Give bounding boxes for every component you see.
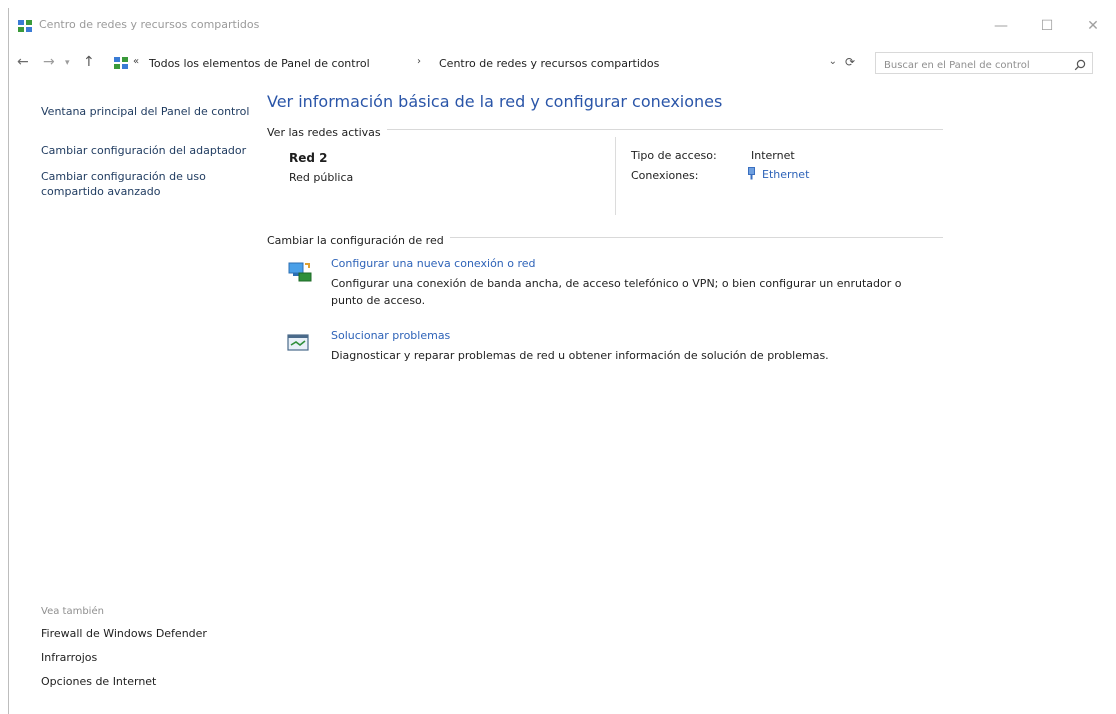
ethernet-icon <box>747 167 756 183</box>
navigation-bar: ← → ▾ ↑ « Todos los elementos de Panel d… <box>9 50 1116 78</box>
left-pane: Ventana principal del Panel de control C… <box>41 104 251 210</box>
breadcrumb-control-panel[interactable]: Todos los elementos de Panel de control <box>149 57 370 70</box>
main-content: Ver información básica de la red y confi… <box>267 92 943 383</box>
refresh-icon[interactable]: ⟳ <box>845 55 855 69</box>
back-button[interactable]: ← <box>17 54 29 70</box>
troubleshoot-icon[interactable] <box>287 333 311 357</box>
breadcrumb-network-center[interactable]: Centro de redes y recursos compartidos <box>439 57 659 70</box>
active-networks-header: Ver las redes activas <box>267 121 943 139</box>
troubleshoot-link[interactable]: Solucionar problemas <box>331 329 450 342</box>
see-also-header: Vea también <box>41 606 104 617</box>
search-box[interactable] <box>875 52 1093 76</box>
ethernet-link-label[interactable]: Ethernet <box>762 168 809 181</box>
page-title: Ver información básica de la red y confi… <box>267 92 723 111</box>
see-also-infrared[interactable]: Infrarrojos <box>41 651 251 664</box>
search-icon[interactable] <box>1074 56 1086 75</box>
see-also-firewall[interactable]: Firewall de Windows Defender <box>41 627 251 640</box>
window-title: Centro de redes y recursos compartidos <box>39 18 260 31</box>
task-new-connection: Configurar una nueva conexión o red Conf… <box>267 253 943 311</box>
sidebar-item-adapter-settings[interactable]: Cambiar configuración del adaptador <box>41 143 251 158</box>
close-button[interactable]: ✕ <box>1070 12 1116 40</box>
access-type-value: Internet <box>751 149 795 162</box>
overflow-chevron-icon[interactable]: « <box>133 56 139 67</box>
network-name: Red 2 <box>289 151 328 165</box>
sidebar-item-control-panel-home[interactable]: Ventana principal del Panel de control <box>41 104 251 119</box>
connections-label: Conexiones: <box>631 169 699 182</box>
address-dropdown-icon[interactable]: ⌄ <box>829 56 837 67</box>
network-center-icon <box>17 18 33 37</box>
ethernet-link[interactable]: Ethernet <box>747 167 809 183</box>
forward-button[interactable]: → <box>43 54 55 70</box>
maximize-button[interactable]: ☐ <box>1024 12 1070 40</box>
address-bar[interactable]: « Todos los elementos de Panel de contro… <box>109 52 861 74</box>
active-network-card: Red 2 Red pública Tipo de acceso: Intern… <box>267 137 943 215</box>
network-type: Red pública <box>289 171 354 184</box>
network-divider <box>615 137 616 215</box>
new-connection-icon[interactable] <box>287 261 313 287</box>
search-input[interactable] <box>882 55 1066 76</box>
recent-locations-button[interactable]: ▾ <box>65 58 70 68</box>
active-networks-label: Ver las redes activas <box>267 126 387 139</box>
task-troubleshoot: Solucionar problemas Diagnosticar y repa… <box>267 325 943 383</box>
minimize-button[interactable]: — <box>978 12 1024 40</box>
see-also-internet-options[interactable]: Opciones de Internet <box>41 675 251 688</box>
title-bar: Centro de redes y recursos compartidos —… <box>9 8 1116 42</box>
control-panel-icon <box>113 55 129 74</box>
see-also-section: Vea también Firewall de Windows Defender… <box>41 606 251 699</box>
app-window: Centro de redes y recursos compartidos —… <box>8 8 1116 714</box>
breadcrumb-separator-icon[interactable]: › <box>417 56 421 67</box>
troubleshoot-description: Diagnosticar y reparar problemas de red … <box>331 349 829 362</box>
change-settings-label: Cambiar la configuración de red <box>267 234 450 247</box>
setup-connection-description: Configurar una conexión de banda ancha, … <box>331 277 902 307</box>
setup-connection-link[interactable]: Configurar una nueva conexión o red <box>331 257 536 270</box>
up-button[interactable]: ↑ <box>83 54 95 70</box>
access-type-label: Tipo de acceso: <box>631 149 717 162</box>
sidebar-item-advanced-sharing[interactable]: Cambiar configuración de uso compartido … <box>41 169 251 199</box>
change-settings-header: Cambiar la configuración de red <box>267 229 943 247</box>
